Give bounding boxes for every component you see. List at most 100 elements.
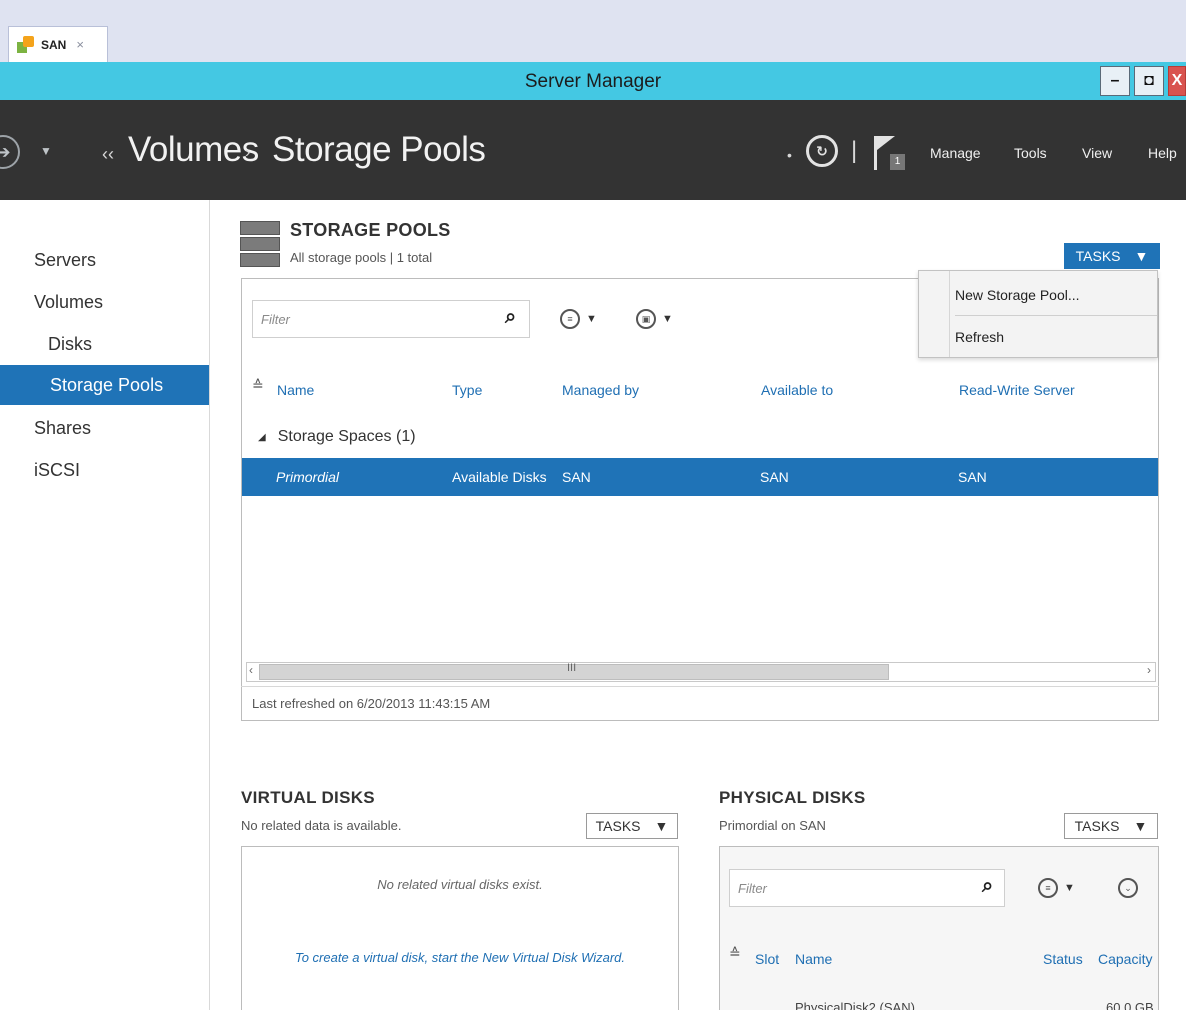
cell-rw-server: SAN	[958, 469, 987, 485]
virtual-disks-panel	[241, 846, 679, 1010]
menu-item-refresh[interactable]: Refresh	[955, 329, 1004, 345]
menu-tools[interactable]: Tools	[1014, 145, 1047, 161]
physical-disks-title: PHYSICAL DISKS	[719, 788, 866, 807]
sidebar-item-volumes[interactable]: Volumes	[34, 292, 103, 313]
tab-close-icon[interactable]: ×	[76, 37, 84, 52]
group-storage-spaces[interactable]: ◢ Storage Spaces (1)	[258, 428, 416, 446]
chevron-down-icon: ▼	[662, 313, 673, 325]
tab-label: SAN	[41, 37, 67, 52]
restore-button[interactable]: ◘	[1134, 66, 1164, 96]
scroll-left-icon[interactable]: ‹	[249, 663, 253, 677]
tasks-label: TASKS	[595, 818, 641, 834]
sidebar-item-storage-pools[interactable]: Storage Pools	[0, 365, 209, 405]
search-icon[interactable]: ⌕	[505, 306, 516, 329]
menu-manage[interactable]: Manage	[930, 145, 981, 161]
menu-gutter	[949, 271, 950, 357]
column-header-capacity[interactable]: Capacity	[1098, 951, 1152, 967]
back-arrow-icon[interactable]: ➔	[0, 135, 20, 169]
last-refreshed-text: Last refreshed on 6/20/2013 11:43:15 AM	[252, 696, 491, 711]
close-button[interactable]: X	[1168, 66, 1186, 96]
physical-disks-subtitle: Primordial on SAN	[719, 818, 826, 833]
virtual-disks-subtitle: No related data is available.	[241, 818, 402, 833]
breadcrumb-volumes[interactable]: Volumes	[128, 130, 259, 170]
menu-item-new-storage-pool[interactable]: New Storage Pool...	[955, 287, 1080, 303]
column-header-status[interactable]: Status	[1043, 951, 1083, 967]
sidebar: Servers Volumes Disks Storage Pools Shar…	[0, 200, 210, 1010]
tab-strip: SAN ×	[0, 0, 1186, 62]
tasks-dropdown-menu: New Storage Pool... Refresh	[918, 270, 1158, 358]
sidebar-item-shares[interactable]: Shares	[34, 418, 91, 439]
new-virtual-disk-wizard-link[interactable]: To create a virtual disk, start the New …	[241, 950, 679, 965]
notification-badge: 1	[890, 154, 905, 170]
chevron-down-icon: ▼	[1133, 818, 1148, 834]
column-header-pd-name[interactable]: Name	[795, 951, 832, 967]
virtual-disks-title: VIRTUAL DISKS	[241, 788, 375, 807]
column-header-available-to[interactable]: Available to	[761, 382, 833, 398]
chevron-down-icon: ▼	[654, 818, 669, 834]
storage-pools-subtitle: All storage pools | 1 total	[290, 250, 433, 265]
list-options-icon: ≡	[560, 309, 580, 329]
scroll-right-icon[interactable]: ›	[1147, 663, 1151, 677]
cell-managed-by: SAN	[562, 469, 591, 485]
virtual-disks-tasks-button[interactable]: TASKS ▼	[586, 813, 678, 839]
storage-pool-icon	[240, 221, 280, 267]
sort-icon[interactable]: ≙	[729, 945, 741, 962]
pd-cell-name[interactable]: PhysicalDisk2 (SAN)	[795, 1000, 915, 1010]
physical-disks-tasks-button[interactable]: TASKS ▼	[1064, 813, 1158, 839]
cell-available-to: SAN	[760, 469, 789, 485]
tasks-label: TASKS	[1074, 818, 1120, 834]
menu-help[interactable]: Help	[1148, 145, 1177, 161]
chevron-down-icon: ▼	[1064, 882, 1075, 894]
sidebar-item-iscsi[interactable]: iSCSI	[34, 460, 80, 481]
physical-disks-filter-input[interactable]: Filter	[729, 869, 1005, 907]
column-header-managed-by[interactable]: Managed by	[562, 382, 639, 398]
save-icon: ▣	[636, 309, 656, 329]
storage-pools-filter-input[interactable]: Filter	[252, 300, 530, 338]
breadcrumb-back-icon[interactable]: ‹‹	[102, 144, 114, 165]
column-header-slot[interactable]: Slot	[755, 951, 779, 967]
cell-type: Available Disks	[452, 469, 547, 485]
expand-chevron-icon: ⌄	[1118, 878, 1138, 898]
search-icon[interactable]: ⌕	[982, 875, 993, 898]
no-virtual-disks-text: No related virtual disks exist.	[377, 877, 543, 892]
horizontal-scrollbar[interactable]: ‹ III ›	[246, 662, 1156, 682]
sort-icon[interactable]: ≙	[252, 377, 264, 394]
table-row[interactable]: Primordial Available Disks SAN SAN SAN	[242, 458, 1158, 496]
save-query-button[interactable]: ▣ ▼	[636, 309, 673, 329]
notifications-flag-icon[interactable]: 1	[874, 136, 908, 172]
cell-name: Primordial	[276, 469, 340, 485]
expand-section-button[interactable]: ⌄	[1118, 878, 1138, 898]
breadcrumb-separator-icon: ›	[245, 144, 251, 161]
menu-divider	[955, 315, 1157, 316]
header-divider: |	[851, 137, 858, 164]
sidebar-item-disks[interactable]: Disks	[48, 334, 92, 355]
physical-disks-group-button[interactable]: ≡ ▼	[1038, 878, 1075, 898]
column-header-type[interactable]: Type	[452, 382, 482, 398]
dropdown-dot-icon[interactable]: •	[787, 147, 792, 163]
column-header-name[interactable]: Name	[277, 382, 314, 398]
refresh-icon[interactable]: ↻	[806, 135, 838, 167]
window-title: Server Manager	[524, 71, 662, 92]
chevron-down-icon[interactable]: ▼	[40, 144, 52, 158]
title-bar: Server Manager – ◘ X	[0, 62, 1186, 100]
header-bar: ➔ ▼ ‹‹ Volumes › Storage Pools • ↻ | 1 M…	[0, 100, 1186, 200]
column-header-read-write-server[interactable]: Read-Write Server	[959, 382, 1075, 398]
menu-view[interactable]: View	[1082, 145, 1112, 161]
list-options-icon: ≡	[1038, 878, 1058, 898]
server-manager-icon	[17, 35, 35, 54]
breadcrumb-storage-pools: Storage Pools	[272, 130, 486, 169]
tab-san[interactable]: SAN ×	[8, 26, 108, 62]
group-by-button[interactable]: ≡ ▼	[560, 309, 597, 329]
sidebar-item-servers[interactable]: Servers	[34, 250, 96, 271]
scroll-grip: III	[567, 662, 577, 674]
storage-pools-tasks-button[interactable]: TASKS ▼	[1064, 243, 1160, 269]
chevron-down-icon: ▼	[1134, 248, 1149, 264]
tasks-label: TASKS	[1075, 248, 1121, 264]
chevron-down-icon: ▼	[586, 313, 597, 325]
collapse-triangle-icon[interactable]: ◢	[258, 432, 266, 443]
minimize-button[interactable]: –	[1100, 66, 1130, 96]
panel-footer-divider	[241, 686, 1159, 687]
pd-cell-capacity: 60.0 GB	[1106, 1000, 1154, 1010]
storage-pools-title: STORAGE POOLS	[290, 220, 451, 240]
group-label: Storage Spaces (1)	[277, 428, 416, 445]
